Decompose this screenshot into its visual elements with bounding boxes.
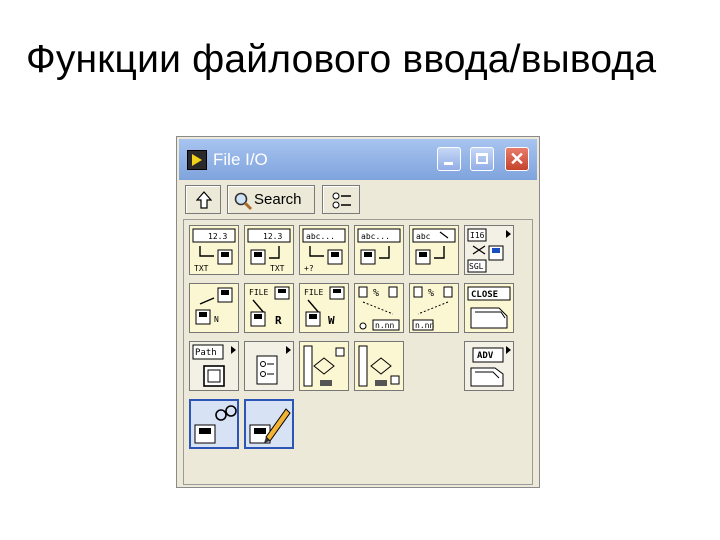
close-button[interactable]: ✕ <box>505 147 529 171</box>
icon-abc-arrow-label: abc <box>416 232 431 241</box>
minimize-icon <box>444 162 453 165</box>
view-options-icon <box>332 192 351 209</box>
icon-adv-label: ADV <box>477 351 494 361</box>
advanced-file-functions-subpalette-icon[interactable]: ADV <box>464 341 514 391</box>
icon-file-label: FILE <box>249 288 268 297</box>
file-constants-subpalette-icon[interactable]: Path <box>189 341 239 391</box>
icon-i16-label: I16 <box>470 231 485 240</box>
labview-app-icon <box>187 150 207 170</box>
icon-nnn-label: n.nn <box>415 321 434 330</box>
icon-plus-label: +? <box>304 264 314 273</box>
icon-txt-label: TXT <box>194 264 209 273</box>
view-options-button[interactable] <box>322 185 360 214</box>
icon-w-label: W <box>328 314 335 327</box>
up-button[interactable] <box>185 185 221 214</box>
maximize-icon <box>476 153 488 164</box>
read-lines-from-file-icon[interactable]: abc <box>409 225 459 275</box>
read-data-from-file-express-icon[interactable] <box>189 399 239 449</box>
icon-file-label: FILE <box>304 288 323 297</box>
configuration-file-vis-subpalette-icon[interactable] <box>244 341 294 391</box>
close-icon: ✕ <box>509 149 525 169</box>
file-io-palette-window: File I/O ✕ Search 12.3 TXT 12.3 TXT abc.… <box>176 136 540 488</box>
read-characters-from-file-icon[interactable]: abc... <box>354 225 404 275</box>
icon-percent-label: % <box>373 288 379 299</box>
strip-path-icon[interactable] <box>354 341 404 391</box>
search-icon <box>234 192 253 211</box>
write-data-to-file-express-icon[interactable] <box>244 399 294 449</box>
minimize-button[interactable] <box>437 147 461 171</box>
icon-abc-label: abc... <box>361 232 390 241</box>
icon-percent-label: % <box>428 288 434 299</box>
icon-path-label: Path <box>195 348 217 358</box>
close-file-icon[interactable]: CLOSE <box>464 283 514 333</box>
build-path-icon[interactable] <box>299 341 349 391</box>
icon-close-label: CLOSE <box>471 290 498 300</box>
read-file-icon[interactable]: FILE R <box>244 283 294 333</box>
icon-r-label: R <box>275 314 282 327</box>
open-create-replace-file-icon[interactable]: N <box>189 283 239 333</box>
slide-title: Функции файлового ввода/вывода <box>26 38 657 81</box>
maximize-button[interactable] <box>470 147 494 171</box>
up-arrow-icon <box>196 191 212 209</box>
icon-num-label: 12.3 <box>208 232 227 241</box>
write-characters-to-file-icon[interactable]: abc... +? <box>299 225 349 275</box>
write-file-icon[interactable]: FILE W <box>299 283 349 333</box>
icon-nnn-label: n.nn <box>375 321 394 330</box>
search-label: Search <box>254 191 302 208</box>
icon-sgl-label: SGL <box>469 262 484 271</box>
window-titlebar[interactable]: File I/O ✕ <box>179 139 537 180</box>
window-title: File I/O <box>213 150 268 169</box>
icon-n-label: N <box>214 315 219 324</box>
format-into-file-icon[interactable]: % n.nn <box>409 283 459 333</box>
scan-from-file-icon[interactable]: % n.nn <box>354 283 404 333</box>
read-from-spreadsheet-file-icon[interactable]: 12.3 TXT <box>244 225 294 275</box>
icon-num-label: 12.3 <box>263 232 282 241</box>
write-to-spreadsheet-file-icon[interactable]: 12.3 TXT <box>189 225 239 275</box>
search-button[interactable]: Search <box>227 185 315 214</box>
palette-icon-grid: 12.3 TXT 12.3 TXT abc... +? abc... abc I… <box>183 219 533 485</box>
icon-txt-label: TXT <box>270 264 285 273</box>
binary-file-vis-subpalette-icon[interactable]: I16 SGL <box>464 225 514 275</box>
icon-abc-label: abc... <box>306 232 335 241</box>
